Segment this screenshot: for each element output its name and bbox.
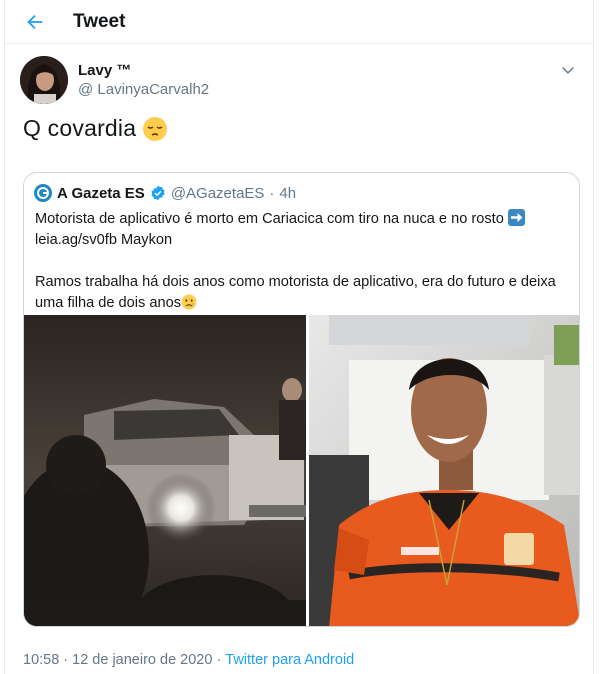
author-handle[interactable]: @ LavinyaCarvalh2 (78, 81, 209, 98)
quoted-line-2-text[interactable]: leia.ag/sv0fb Maykon (35, 232, 172, 248)
pensive-face-icon (143, 116, 168, 141)
quoted-timestamp[interactable]: 4h (279, 185, 296, 202)
gazeta-logo-icon (34, 184, 52, 202)
crime-scene-photo (24, 315, 306, 626)
tweet-author: Lavy ™ @ LavinyaCarvalh2 (20, 56, 580, 104)
author-name[interactable]: Lavy ™ (78, 62, 131, 79)
right-arrow-icon (507, 209, 525, 226)
top-bar: Tweet (5, 0, 593, 44)
tweet-text-content: Q covardia (23, 115, 137, 141)
back-button[interactable] (19, 6, 51, 38)
tweet-page: Tweet Lavy ™ @ LavinyaCarvalh2 Q covardi… (4, 0, 594, 674)
media-photo-portrait[interactable] (309, 315, 579, 626)
quoted-line-1-text: Motorista de aplicativo é morto em Caria… (35, 211, 504, 227)
quoted-link-line[interactable]: leia.ag/sv0fb Maykon (35, 230, 565, 251)
quoted-tweet[interactable]: A Gazeta ES @AGazetaES · 4h Motorista de… (23, 172, 580, 627)
quoted-separator: · (269, 184, 275, 202)
meta-separator-2: · (216, 652, 222, 668)
more-options-button[interactable] (558, 60, 578, 80)
tweet-date[interactable]: 12 de janeiro de 2020 (72, 652, 212, 668)
tweet-text: Q covardia (23, 115, 168, 142)
meta-separator: · (63, 652, 69, 668)
crying-face-icon (181, 294, 197, 310)
verified-badge-icon (151, 185, 165, 201)
quoted-line-4-text: uma filha de dois anos (35, 295, 182, 311)
media-photo-crime-scene[interactable] (24, 315, 306, 626)
tweet-time[interactable]: 10:58 (23, 652, 59, 668)
quoted-author-handle[interactable]: @AGazetaES (171, 185, 265, 202)
avatar-image (20, 56, 68, 104)
tweet-source-link[interactable]: Twitter para Android (225, 652, 354, 668)
quoted-tweet-header: A Gazeta ES @AGazetaES · 4h (34, 183, 296, 203)
quoted-line-1: Motorista de aplicativo é morto em Caria… (35, 209, 565, 230)
quoted-author-name[interactable]: A Gazeta ES (57, 185, 145, 202)
quoted-line-4: uma filha de dois anos (35, 293, 565, 314)
back-arrow-icon (27, 14, 43, 30)
quoted-line-3: Ramos trabalha há dois anos como motoris… (35, 274, 556, 290)
quoted-tweet-text: Motorista de aplicativo é morto em Caria… (35, 209, 565, 314)
quoted-media (24, 315, 579, 626)
page-title: Tweet (73, 11, 126, 32)
portrait-photo (309, 315, 579, 626)
chevron-down-icon (562, 67, 574, 74)
tweet-meta: 10:58 · 12 de janeiro de 2020 · Twitter … (23, 652, 354, 668)
avatar[interactable] (20, 56, 68, 104)
